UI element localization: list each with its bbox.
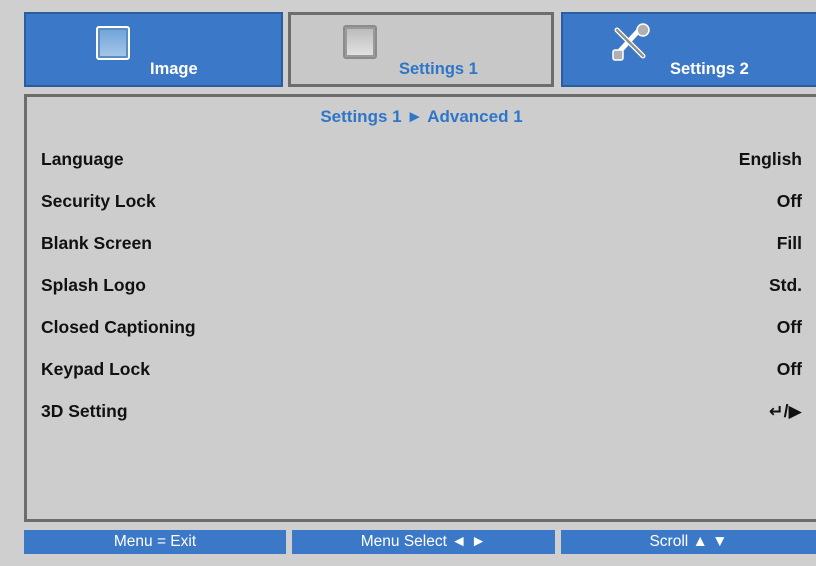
tab-settings-2-label: Settings 2 [670,60,749,78]
setting-row-security-lock[interactable]: Security Lock Off [41,191,802,215]
tab-image-label: Image [150,60,198,78]
setting-value: English [738,149,802,169]
setting-row-3d-setting[interactable]: 3D Setting ↵/▶ [41,401,802,425]
breadcrumb: Settings 1 ► Advanced 1 [320,107,523,126]
setting-label: Security Lock [41,191,156,211]
setting-row-closed-captioning[interactable]: Closed Captioning Off [41,317,802,341]
picture-icon [343,25,377,59]
setting-value: Off [776,317,802,337]
enter-submenu-icon: ↵/▶ [769,401,802,421]
setting-label: Language [41,149,124,169]
picture-icon [96,26,130,60]
tools-icon [612,23,650,61]
setting-label: Blank Screen [41,233,152,253]
setting-row-language[interactable]: Language English [41,149,802,173]
setting-row-keypad-lock[interactable]: Keypad Lock Off [41,359,802,383]
setting-value: Off [776,359,802,379]
projector-osd-menu: Image Settings 1 Settings 2 Settings 1 ►… [0,0,816,566]
setting-label: Closed Captioning [41,317,196,337]
setting-value: Fill [776,233,802,253]
setting-value: Off [776,191,802,211]
setting-label: 3D Setting [41,401,128,421]
tab-settings-2[interactable]: Settings 2 [561,12,816,87]
tab-settings-1-label: Settings 1 [399,60,478,78]
setting-label: Keypad Lock [41,359,150,379]
footer-hint-scroll: Scroll ▲ ▼ [561,530,816,554]
footer-hint-select: Menu Select ◄ ► [292,530,555,554]
setting-value: Std. [768,275,802,295]
setting-row-splash-logo[interactable]: Splash Logo Std. [41,275,802,299]
tab-settings-1[interactable]: Settings 1 [288,12,554,87]
setting-label: Splash Logo [41,275,146,295]
tab-image[interactable]: Image [24,12,283,87]
setting-row-blank-screen[interactable]: Blank Screen Fill [41,233,802,257]
footer-hint-exit: Menu = Exit [24,530,286,554]
settings-panel: Settings 1 ► Advanced 1 Language English… [24,94,816,522]
